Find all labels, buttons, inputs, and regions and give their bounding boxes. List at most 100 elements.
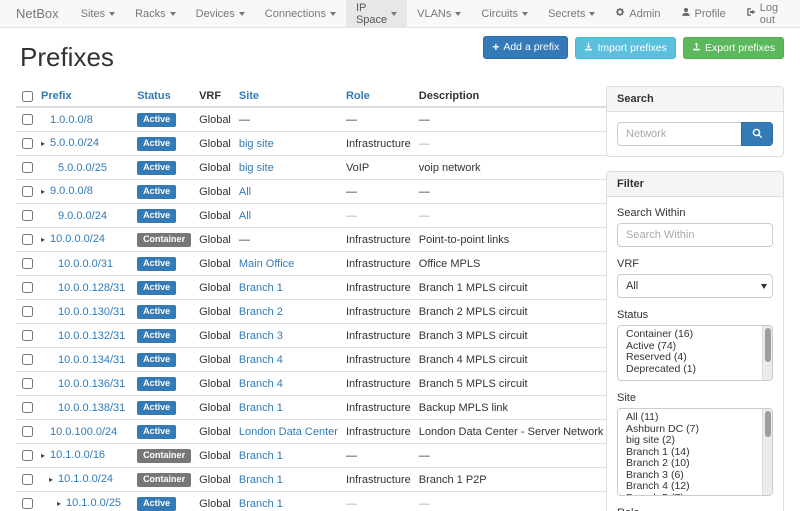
site-link[interactable]: London Data Center [239,426,338,438]
prefix-link[interactable]: 10.0.0.132/31 [58,330,125,342]
status-option[interactable]: Container (16) [618,329,760,341]
search-button[interactable] [741,122,773,146]
site-link[interactable]: All [239,186,251,198]
search-within-input[interactable] [617,223,773,247]
status-listbox[interactable]: Container (16)Active (74)Reserved (4)Dep… [617,325,773,381]
row-checkbox[interactable] [22,474,33,485]
search-input[interactable] [617,122,741,146]
site-link[interactable]: Branch 2 [239,306,283,318]
status-option[interactable]: Reserved (4) [618,352,760,364]
site-option[interactable]: Branch 4 (12) [618,481,760,493]
prefix-link[interactable]: 10.0.0.0/24 [50,233,105,245]
expand-arrow-icon[interactable]: ▸ [57,498,66,510]
scrollbar-thumb[interactable] [765,411,771,437]
site-link[interactable]: Branch 1 [239,450,283,462]
nav-item-secrets[interactable]: Secrets [538,0,605,27]
status-option[interactable]: Active (74) [618,341,760,353]
row-checkbox[interactable] [22,450,33,461]
site-link[interactable]: Branch 1 [239,474,283,486]
scrollbar-thumb[interactable] [765,328,771,362]
prefix-link[interactable]: 10.0.0.136/31 [58,378,125,390]
site-option[interactable]: Branch 3 (6) [618,470,760,482]
site-link[interactable]: Branch 4 [239,378,283,390]
column-header-label[interactable]: Prefix [41,90,72,102]
site-listbox[interactable]: All (11)Ashburn DC (7)big site (2)Branch… [617,408,773,496]
nav-item-circuits[interactable]: Circuits [471,0,538,27]
expand-arrow-icon[interactable]: ▸ [49,474,58,486]
prefix-link[interactable]: 1.0.0.0/8 [50,114,93,126]
prefix-link[interactable]: 10.1.0.0/25 [66,497,121,509]
site-link[interactable]: Main Office [239,258,294,270]
nav-item-connections[interactable]: Connections [255,0,346,27]
row-checkbox[interactable] [22,354,33,365]
site-option[interactable]: All (11) [618,412,760,424]
prefix-link[interactable]: 10.0.0.128/31 [58,282,125,294]
site-option[interactable]: Branch 2 (10) [618,458,760,470]
row-checkbox[interactable] [22,330,33,341]
prefix-link[interactable]: 10.1.0.0/24 [58,473,113,485]
row-checkbox[interactable] [22,186,33,197]
nav-item-ip-space[interactable]: IP Space [346,0,407,27]
site-option[interactable]: Branch 1 (14) [618,447,760,459]
expand-arrow-icon[interactable]: ▸ [41,450,50,462]
add-prefix-button[interactable]: + Add a prefix [483,36,568,59]
prefix-link[interactable]: 10.0.0.0/31 [58,258,113,270]
expand-arrow-icon[interactable]: ▸ [41,138,50,150]
expand-arrow-icon[interactable]: ▸ [41,186,50,198]
nav-item-profile[interactable]: Profile [671,0,736,27]
site-link[interactable]: All [239,210,251,222]
import-prefixes-button[interactable]: Import prefixes [575,37,675,60]
row-checkbox[interactable] [22,306,33,317]
role-value: Infrastructure [346,138,411,150]
row-checkbox[interactable] [22,258,33,269]
nav-item-devices[interactable]: Devices [186,0,255,27]
row-checkbox[interactable] [22,282,33,293]
status-option[interactable]: Deprecated (1) [618,364,760,376]
column-header-role: Role [342,86,415,107]
export-prefixes-button[interactable]: Export prefixes [683,37,784,60]
prefix-link[interactable]: 10.0.0.138/31 [58,402,125,414]
column-header-label[interactable]: Role [346,90,370,102]
nav-item-racks[interactable]: Racks [125,0,186,27]
brand[interactable]: NetBox [14,0,71,27]
nav-item-vlans[interactable]: VLANs [407,0,471,27]
nav-item-log-out[interactable]: Log out [736,0,788,27]
nav-item-admin[interactable]: Admin [605,0,670,27]
site-link[interactable]: Branch 1 [239,498,283,510]
row-checkbox[interactable] [22,234,33,245]
expand-arrow-icon[interactable]: ▸ [41,234,50,246]
site-option[interactable]: Branch 5 (7) [618,493,760,497]
prefix-link[interactable]: 5.0.0.0/25 [58,162,107,174]
nav-item-sites[interactable]: Sites [71,0,125,27]
prefix-link[interactable]: 5.0.0.0/24 [50,137,99,149]
row-checkbox[interactable] [22,402,33,413]
site-link[interactable]: Branch 4 [239,354,283,366]
prefix-link[interactable]: 10.0.0.130/31 [58,306,125,318]
prefix-link[interactable]: 10.1.0.0/16 [50,449,105,461]
site-link[interactable]: Branch 3 [239,330,283,342]
role-value: Infrastructure [346,378,411,390]
site-link[interactable]: Branch 1 [239,282,283,294]
select-all-checkbox[interactable] [22,91,33,102]
row-checkbox[interactable] [22,114,33,125]
site-option[interactable]: Ashburn DC (7) [618,424,760,436]
row-checkbox[interactable] [22,378,33,389]
row-checkbox[interactable] [22,426,33,437]
vrf-select[interactable]: All [617,274,773,298]
row-checkbox[interactable] [22,210,33,221]
row-checkbox[interactable] [22,162,33,173]
prefix-link[interactable]: 10.0.100.0/24 [50,426,117,438]
site-option[interactable]: big site (2) [618,435,760,447]
prefix-link[interactable]: 10.0.0.134/31 [58,354,125,366]
column-header-label[interactable]: Status [137,90,171,102]
row-checkbox[interactable] [22,138,33,149]
prefix-link[interactable]: 9.0.0.0/24 [58,210,107,222]
indent-spacer [41,215,49,216]
row-checkbox[interactable] [22,498,33,509]
prefix-link[interactable]: 9.0.0.0/8 [50,185,93,197]
site-link[interactable]: big site [239,138,274,150]
vrf-value: Global [199,354,231,366]
column-header-label[interactable]: Site [239,90,259,102]
site-link[interactable]: big site [239,162,274,174]
site-link[interactable]: Branch 1 [239,402,283,414]
